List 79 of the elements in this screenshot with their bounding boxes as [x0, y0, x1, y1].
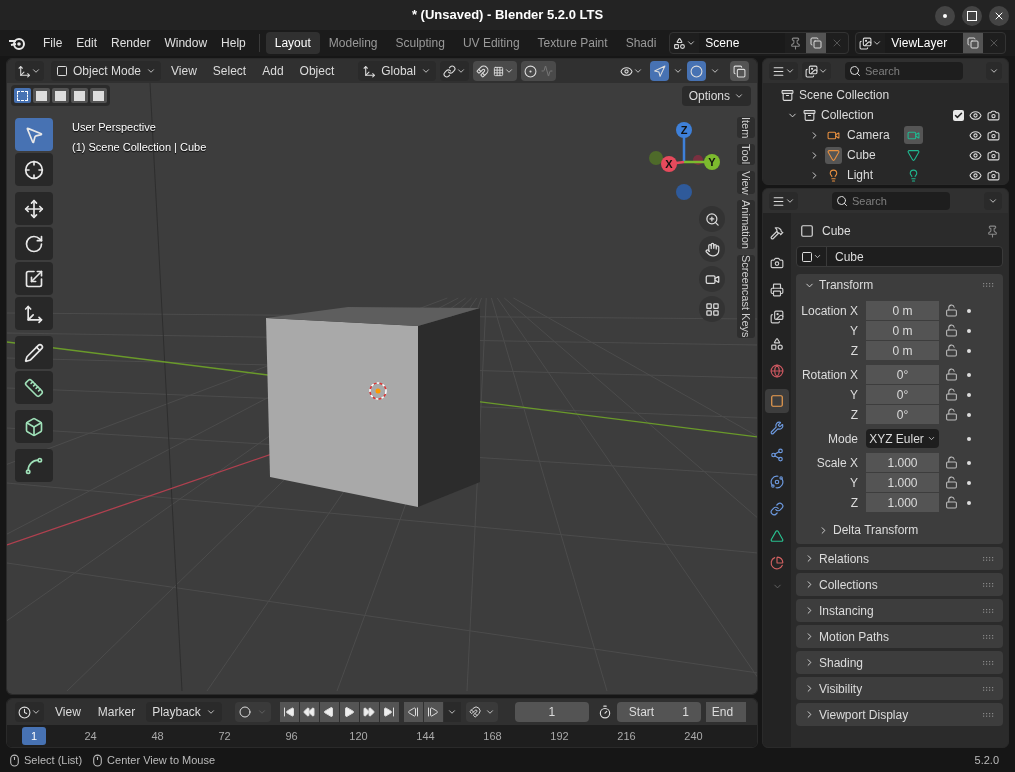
menu-item[interactable]: Window: [157, 32, 215, 54]
number-field[interactable]: 0°: [866, 405, 939, 424]
sidebar-tab[interactable]: Screencast Keys: [737, 255, 755, 338]
frame-number[interactable]: 24: [84, 727, 97, 745]
number-field[interactable]: 0 m: [866, 341, 939, 360]
frame-number[interactable]: 96: [285, 727, 298, 745]
workspace-tab[interactable]: Layout: [265, 32, 320, 54]
menu-item[interactable]: Add: [256, 61, 290, 81]
mode-dropdown[interactable]: Object Mode: [51, 61, 162, 81]
menu-item[interactable]: Edit: [69, 32, 105, 54]
field-label: Z: [849, 342, 859, 360]
menu-item[interactable]: Render: [104, 32, 158, 54]
menu-item[interactable]: Object: [293, 61, 341, 81]
window-title: * (Unsaved) - Blender 5.2.0 LTS: [411, 6, 604, 25]
version-label: 5.2.0: [974, 752, 999, 768]
start-frame-label: Start: [628, 704, 655, 721]
field-label: Location X: [800, 302, 859, 320]
frame-number[interactable]: 48: [151, 727, 164, 745]
workspace-tab[interactable]: UV Editing: [453, 32, 529, 54]
field-label: Rotation X: [800, 366, 859, 384]
subpanel-header[interactable]: Delta Transform: [796, 520, 1003, 540]
menu-item[interactable]: View: [165, 61, 203, 81]
search-field[interactable]: Search: [832, 192, 950, 210]
frame-number[interactable]: 192: [550, 727, 569, 745]
number-field[interactable]: 1.000: [866, 493, 939, 512]
workspace-tab[interactable]: Modeling: [319, 32, 387, 54]
frame-number[interactable]: 1: [22, 727, 46, 745]
menu-item[interactable]: View: [49, 702, 87, 722]
field-label: Y: [849, 474, 859, 492]
options-dropdown[interactable]: Options: [681, 86, 751, 106]
number-field[interactable]: 1.000: [866, 453, 939, 472]
workspace-tab[interactable]: Sculpting: [386, 32, 454, 54]
field-label: Y: [849, 386, 859, 404]
number-field[interactable]: 0 m: [866, 321, 939, 340]
menu-item[interactable]: Marker: [91, 702, 142, 722]
current-frame-field[interactable]: 1: [514, 702, 589, 722]
mode-dropdown[interactable]: XYZ Euler: [866, 429, 939, 448]
number-field[interactable]: 0°: [866, 385, 939, 404]
field-label: Y: [849, 322, 859, 340]
outliner-item[interactable]: Scene Collection: [799, 86, 890, 104]
viewport-info-text: (1) Scene Collection | Cube: [72, 139, 207, 155]
outliner-item[interactable]: Cube: [847, 146, 899, 164]
field-label: Z: [849, 406, 859, 424]
frame-number[interactable]: 216: [617, 727, 636, 745]
outliner-item[interactable]: Light: [847, 166, 899, 184]
orientation-dropdown[interactable]: Global: [358, 61, 436, 81]
viewport-info-text: User Perspective: [72, 120, 157, 135]
search-field[interactable]: Search: [845, 62, 963, 80]
start-frame-field[interactable]: 1: [682, 703, 689, 721]
sidebar-tab[interactable]: Tool: [737, 144, 755, 165]
frame-number[interactable]: 168: [483, 727, 502, 745]
status-hint: Center View to Mouse: [107, 752, 216, 768]
frame-number[interactable]: 72: [218, 727, 231, 745]
workspace-tab[interactable]: Texture Paint: [528, 32, 617, 54]
axis-handle[interactable]: Z: [676, 122, 692, 162]
outliner-item[interactable]: Camera: [847, 126, 899, 144]
axis-handle[interactable]: Y: [684, 154, 720, 170]
number-field[interactable]: 0°: [866, 365, 939, 384]
panel-header[interactable]: Transform: [804, 276, 874, 294]
frame-number[interactable]: 240: [684, 727, 703, 745]
end-frame-field[interactable]: End: [705, 702, 746, 722]
field-label: Scale X: [815, 454, 859, 472]
menu-item[interactable]: Help: [214, 32, 253, 54]
sidebar-tab[interactable]: Item: [737, 117, 755, 139]
number-field[interactable]: 1.000: [866, 473, 939, 492]
field-label: Mode: [826, 430, 859, 448]
sidebar-tab[interactable]: View: [737, 170, 755, 195]
sidebar-tab[interactable]: Animation: [737, 200, 755, 250]
outliner-item[interactable]: Collection: [821, 106, 874, 124]
number-field[interactable]: 0 m: [866, 301, 939, 320]
status-hint: Select (List): [24, 752, 83, 768]
frame-number[interactable]: 144: [416, 727, 435, 745]
workspace-tab[interactable]: Shadi: [616, 32, 666, 54]
field-label: Z: [849, 494, 859, 512]
object-name: Cube: [822, 223, 851, 240]
frame-number[interactable]: 120: [349, 727, 368, 745]
menu-item[interactable]: File: [36, 32, 70, 54]
playback-dropdown[interactable]: Playback: [146, 702, 222, 722]
menu-item[interactable]: Select: [206, 61, 253, 81]
